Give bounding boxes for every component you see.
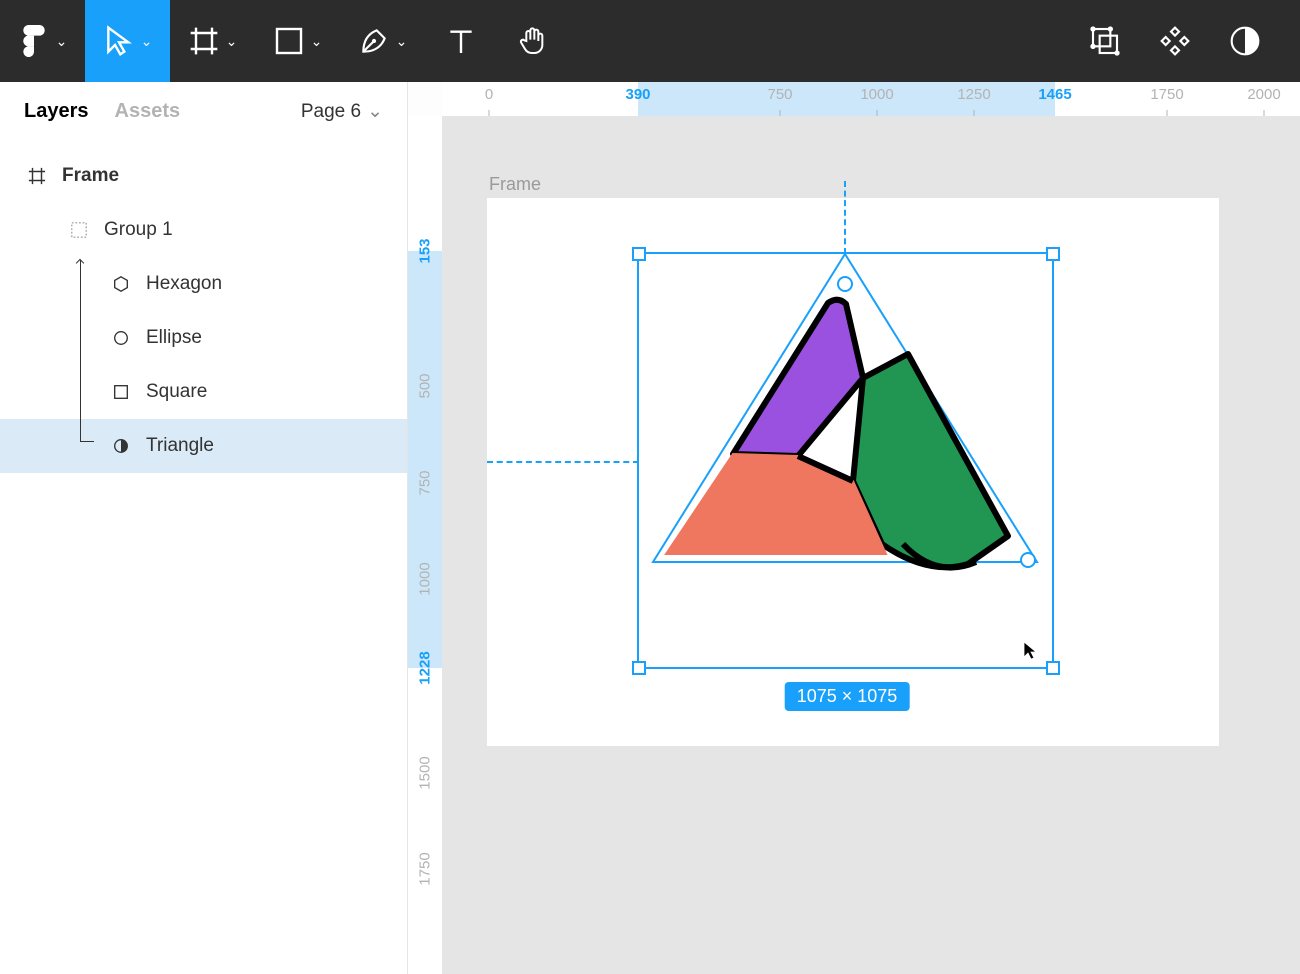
alignment-guide-h	[487, 461, 639, 463]
chevron-down-icon: ⌄	[141, 33, 153, 50]
text-icon	[445, 25, 477, 57]
mask-tool[interactable]	[1210, 0, 1280, 82]
resize-handle-nw[interactable]	[632, 247, 646, 261]
hand-icon	[517, 25, 549, 57]
ruler-tick: 153	[417, 238, 434, 263]
layer-triangle[interactable]: Triangle	[0, 419, 407, 473]
page-selector[interactable]: Page 6 ⌄	[301, 100, 383, 123]
top-toolbar: ⌄ ⌄ ⌄ ⌄ ⌄	[0, 0, 1300, 82]
component-icon	[1159, 25, 1191, 57]
resize-handle-se[interactable]	[1046, 661, 1060, 675]
ruler-tick: 500	[417, 373, 434, 398]
ruler-tick: 750	[767, 86, 792, 103]
polygon-icon	[110, 273, 132, 295]
ruler-tick: 1250	[957, 86, 990, 103]
chevron-down-icon: ⌄	[311, 33, 323, 50]
resize-handle-ne[interactable]	[1046, 247, 1060, 261]
layer-label: Hexagon	[146, 273, 222, 295]
layer-label: Frame	[62, 165, 119, 187]
pen-tool[interactable]: ⌄	[340, 0, 425, 82]
layer-label: Triangle	[146, 435, 214, 457]
mask-icon	[1229, 25, 1261, 57]
canvas[interactable]: Frame	[442, 116, 1300, 974]
chevron-down-icon: ⌄	[226, 33, 238, 50]
frame-icon	[188, 25, 220, 57]
mask-icon	[110, 435, 132, 457]
frame-tool[interactable]: ⌄	[170, 0, 255, 82]
selection-box[interactable]	[637, 252, 1054, 669]
layer-group[interactable]: Group 1	[0, 203, 407, 257]
layer-label: Square	[146, 381, 207, 403]
ellipse-icon	[110, 327, 132, 349]
shape-tool[interactable]: ⌄	[255, 0, 340, 82]
ruler-tick: 750	[417, 470, 434, 495]
layer-ellipse[interactable]: Ellipse	[0, 311, 407, 365]
layer-square[interactable]: Square	[0, 365, 407, 419]
ruler-tick: 390	[625, 86, 650, 103]
ruler-tick: 1750	[1150, 86, 1183, 103]
layer-frame[interactable]: Frame	[0, 149, 407, 203]
chevron-down-icon: ⌄	[396, 33, 408, 50]
layers-panel: Layers Assets Page 6 ⌄ Frame Group 1	[0, 82, 408, 974]
rectangle-icon	[110, 381, 132, 403]
components-tool[interactable]	[1140, 0, 1210, 82]
page-label: Page 6	[301, 101, 361, 123]
group-icon	[68, 219, 90, 241]
ruler-tick: 2000	[1247, 86, 1280, 103]
pen-icon	[358, 25, 390, 57]
layer-label: Ellipse	[146, 327, 202, 349]
cursor-icon	[1022, 641, 1038, 661]
resize-handle-sw[interactable]	[632, 661, 646, 675]
selection-dimensions-badge: 1075 × 1075	[785, 682, 910, 711]
ruler-tick: 1000	[417, 562, 434, 595]
ruler-tick: 1465	[1038, 86, 1071, 103]
canvas-area: 0 390 750 1000 1250 1465 1750 2000 153 5…	[408, 82, 1300, 974]
toolbar-right-group	[1070, 0, 1280, 82]
chevron-down-icon: ⌄	[56, 33, 68, 50]
layer-tree: Frame Group 1 Hexagon Ellipse Square	[0, 141, 407, 473]
hand-tool[interactable]	[497, 0, 569, 82]
text-tool[interactable]	[425, 0, 497, 82]
figma-menu[interactable]: ⌄	[0, 0, 85, 82]
boolean-icon	[1089, 25, 1121, 57]
ruler-tick: 1228	[417, 651, 434, 684]
boolean-tool[interactable]	[1070, 0, 1140, 82]
ruler-tick: 1500	[417, 756, 434, 789]
chevron-down-icon: ⌄	[367, 100, 383, 123]
alignment-guide-v	[844, 181, 846, 254]
rectangle-icon	[273, 25, 305, 57]
tab-assets[interactable]: Assets	[115, 100, 181, 123]
ruler-tick: 1750	[417, 852, 434, 885]
layer-hexagon[interactable]: Hexagon	[0, 257, 407, 311]
ruler-tick: 1000	[860, 86, 893, 103]
tab-layers[interactable]: Layers	[24, 100, 89, 123]
frame-icon	[26, 165, 48, 187]
move-tool[interactable]: ⌄	[85, 0, 170, 82]
ruler-corner	[408, 82, 442, 116]
ruler-horizontal[interactable]: 0 390 750 1000 1250 1465 1750 2000	[442, 82, 1300, 116]
frame-label[interactable]: Frame	[489, 174, 541, 195]
ruler-tick: 0	[485, 86, 493, 103]
layer-label: Group 1	[104, 219, 173, 241]
figma-logo-icon	[18, 25, 50, 57]
pointer-icon	[103, 25, 135, 57]
ruler-vertical[interactable]: 153 500 750 1000 1228 1500 1750	[408, 116, 442, 974]
